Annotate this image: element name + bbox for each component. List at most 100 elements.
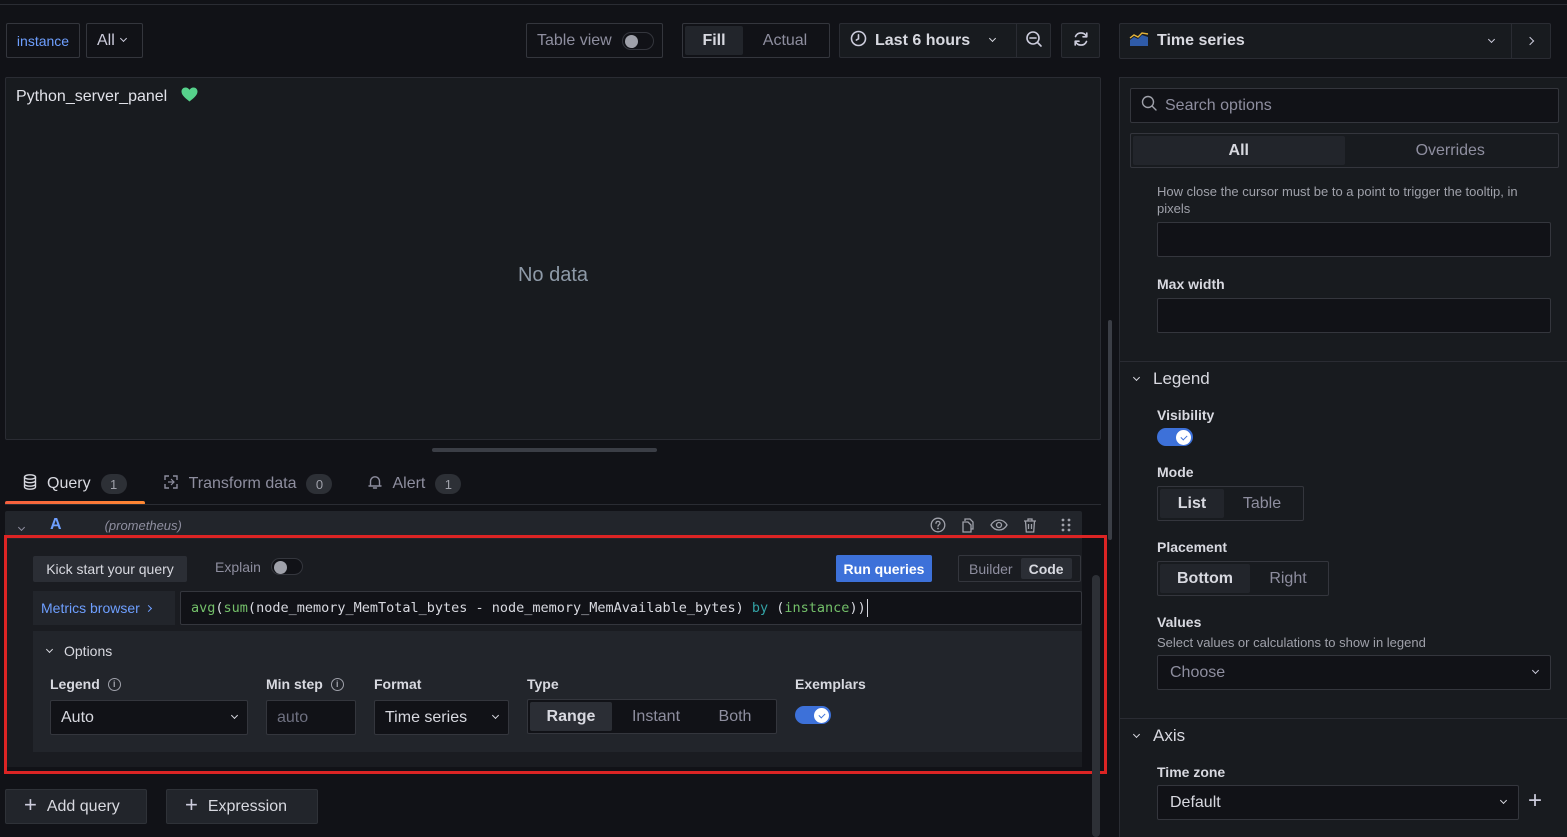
add-query-label: Add query	[46, 797, 120, 815]
chevron-down-icon	[1132, 730, 1141, 738]
panel-header: Python_server_panel	[16, 87, 198, 107]
actual-option[interactable]: Actual	[743, 26, 827, 55]
variable-select-instance[interactable]: All	[86, 23, 143, 58]
tab-query[interactable]: Query 1	[5, 466, 145, 505]
time-range-picker: Last 6 hours	[839, 23, 1051, 58]
legend-section-header[interactable]: Legend	[1132, 369, 1210, 389]
mode-option-table[interactable]: Table	[1224, 489, 1300, 518]
placement-option-right[interactable]: Right	[1250, 564, 1326, 593]
highlight-annotation-box	[4, 535, 1107, 774]
panel-preview: Python_server_panel No data	[5, 77, 1101, 440]
tab-alert-label: Alert	[392, 475, 426, 492]
time-series-icon	[1129, 31, 1149, 52]
legend-visibility-switch[interactable]	[1157, 428, 1193, 446]
legend-mode-radio: List Table	[1157, 486, 1304, 521]
bell-icon	[368, 474, 383, 495]
section-divider	[1120, 718, 1567, 719]
zoom-out-icon	[1025, 30, 1043, 51]
options-filter-radio: All Overrides	[1130, 133, 1559, 168]
collapse-options-button[interactable]	[1511, 24, 1550, 58]
values-description: Select values or calculations to show in…	[1157, 635, 1426, 650]
plus-icon: +	[185, 792, 198, 817]
tab-transform-data[interactable]: Transform data 0	[145, 466, 351, 502]
add-query-button[interactable]: + Add query	[5, 789, 147, 824]
variable-name: instance	[16, 32, 70, 49]
visualization-picker: Time series	[1119, 23, 1551, 59]
heart-icon	[181, 87, 198, 107]
query-ref-id[interactable]: A	[50, 516, 62, 534]
section-divider	[1120, 361, 1567, 362]
variable-label-instance: instance	[6, 23, 80, 58]
add-expression-label: Expression	[207, 797, 288, 815]
query-actions	[930, 517, 1072, 533]
chevron-down-icon	[1531, 666, 1540, 675]
eye-icon[interactable]	[990, 517, 1008, 533]
mode-option-list[interactable]: List	[1160, 489, 1224, 518]
visualization-select[interactable]: Time series	[1120, 24, 1471, 58]
max-width-input[interactable]	[1157, 298, 1551, 333]
values-placeholder: Choose	[1170, 663, 1226, 681]
visualization-type-label: Time series	[1157, 32, 1245, 49]
timezone-value: Default	[1170, 793, 1221, 811]
axis-section-title: Axis	[1153, 726, 1186, 745]
pane-resize-handle[interactable]	[432, 448, 657, 452]
chevron-down-icon[interactable]	[1471, 24, 1511, 58]
tab-alert-count: 1	[435, 474, 462, 494]
table-view-label: Table view	[537, 31, 612, 49]
placement-option-bottom[interactable]: Bottom	[1160, 564, 1250, 593]
tab-transform-label: Transform data	[188, 475, 297, 492]
hover-proximity-input[interactable]	[1157, 222, 1551, 257]
timezone-label: Time zone	[1157, 764, 1226, 780]
main-scrollbar[interactable]	[1108, 320, 1112, 540]
chevron-right-icon	[1525, 36, 1534, 46]
tab-query-label: Query	[47, 475, 91, 492]
visibility-label: Visibility	[1157, 407, 1215, 423]
tab-query-count: 1	[100, 474, 127, 494]
options-tab-all[interactable]: All	[1133, 136, 1345, 165]
hover-proximity-description: How close the cursor must be to a point …	[1157, 184, 1518, 216]
table-view-switch[interactable]	[621, 31, 654, 50]
refresh-icon	[1072, 30, 1090, 51]
query-scrollbar[interactable]	[1092, 575, 1100, 837]
plus-icon: +	[1528, 787, 1543, 814]
legend-values-select[interactable]: Choose	[1157, 655, 1551, 690]
transform-icon	[163, 474, 179, 495]
trash-icon[interactable]	[1022, 517, 1038, 533]
search-options-input[interactable]: Search options	[1130, 88, 1559, 123]
panel-title: Python_server_panel	[16, 88, 168, 105]
clock-icon	[850, 30, 867, 52]
tab-alert[interactable]: Alert 1	[350, 466, 479, 502]
legend-placement-radio: Bottom Right	[1157, 561, 1329, 596]
time-range-button[interactable]: Last 6 hours	[839, 23, 1016, 58]
drag-handle-icon[interactable]	[1060, 517, 1072, 533]
options-tab-overrides[interactable]: Overrides	[1345, 136, 1557, 165]
table-view-toggle[interactable]: Table view	[526, 23, 663, 58]
fill-option[interactable]: Fill	[685, 26, 743, 55]
chevron-down-icon	[1132, 373, 1141, 381]
size-mode-radio: Fill Actual	[682, 23, 830, 58]
collapse-query-icon[interactable]	[17, 517, 26, 533]
add-expression-button[interactable]: + Expression	[166, 789, 318, 824]
max-width-label: Max width	[1157, 276, 1225, 292]
add-timezone-button[interactable]: +	[1528, 787, 1542, 815]
no-data-message: No data	[517, 264, 589, 286]
zoom-out-button[interactable]	[1016, 23, 1051, 58]
axis-section-header[interactable]: Axis	[1132, 726, 1186, 746]
database-icon	[23, 473, 37, 495]
chevron-down-icon	[1499, 796, 1508, 805]
placement-label: Placement	[1157, 539, 1228, 555]
mode-label: Mode	[1157, 464, 1194, 480]
options-pane: Search options All Overrides How close t…	[1119, 77, 1567, 837]
time-range-label: Last 6 hours	[875, 31, 971, 49]
refresh-button[interactable]	[1061, 23, 1100, 58]
tab-transform-count: 0	[306, 474, 333, 494]
duplicate-icon[interactable]	[960, 517, 976, 533]
variable-value: All	[97, 31, 115, 49]
query-datasource: (prometheus)	[104, 517, 182, 533]
legend-section-title: Legend	[1153, 369, 1210, 388]
tab-divider	[5, 504, 1101, 505]
chevron-down-icon	[119, 34, 127, 43]
timezone-select[interactable]: Default	[1157, 785, 1519, 820]
help-icon[interactable]	[930, 517, 946, 533]
chevron-down-icon	[989, 34, 997, 43]
